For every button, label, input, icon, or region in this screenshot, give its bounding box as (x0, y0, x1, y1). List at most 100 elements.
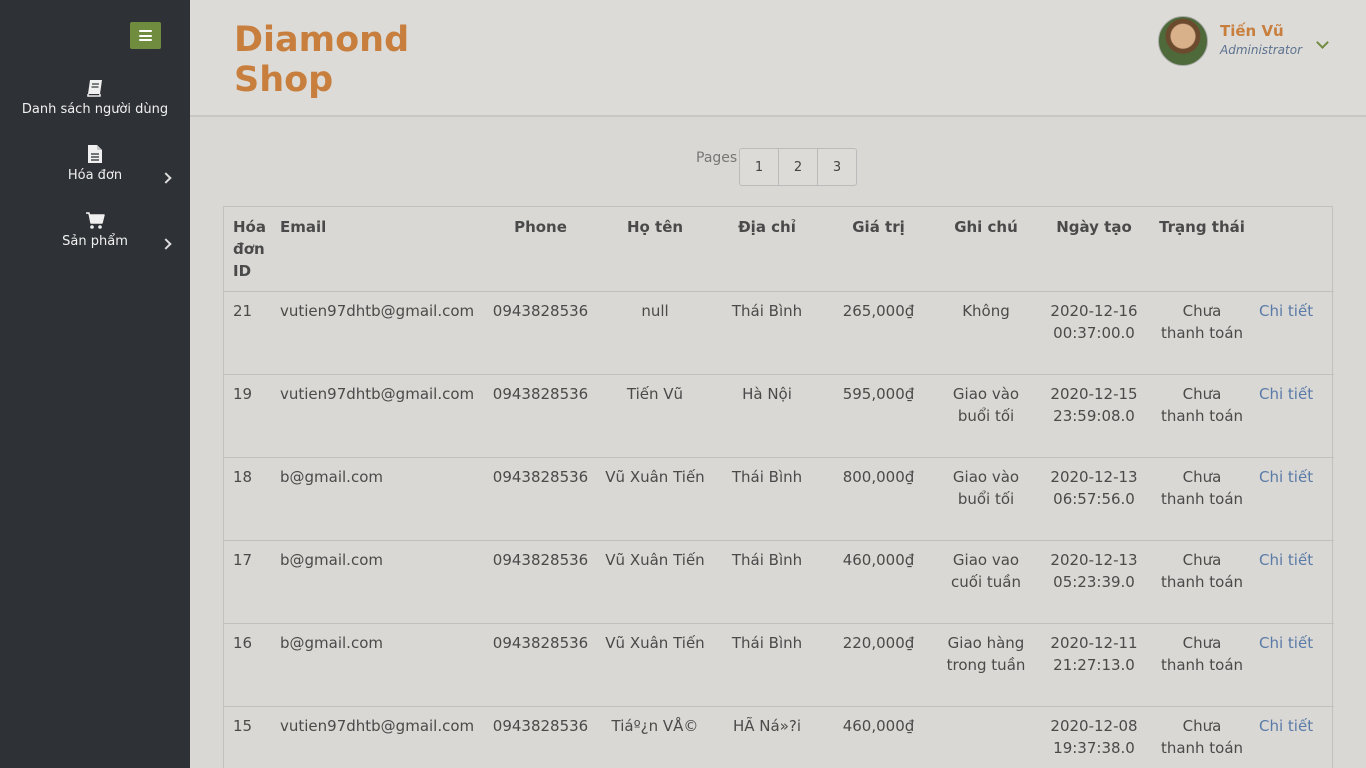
detail-link[interactable]: Chi tiết (1259, 302, 1313, 320)
pages-label: Pages (696, 150, 738, 166)
cell-phone: 0943828536 (482, 623, 595, 707)
brand-line-1: Diamond (234, 20, 410, 60)
cell-email: b@gmail.com (271, 457, 482, 541)
cell-name: Vũ Xuân Tiến (595, 540, 711, 624)
cell-note: Giao vào buổi tối (934, 374, 1034, 458)
cell-id: 19 (224, 374, 271, 458)
invoice-table: Hóa đơn ID Email Phone Họ tên Địa chỉ Gi… (224, 207, 1334, 768)
user-menu[interactable]: Tiến Vũ Administrator (1158, 16, 1358, 66)
detail-link[interactable]: Chi tiết (1259, 634, 1313, 652)
cell-email: b@gmail.com (271, 623, 482, 707)
chevron-right-icon (160, 172, 172, 184)
detail-link[interactable]: Chi tiết (1259, 551, 1313, 569)
cell-phone: 0943828536 (482, 457, 595, 541)
sidebar-item-label: Sản phẩm (62, 234, 128, 249)
cell-phone: 0943828536 (482, 374, 595, 458)
cell-address: Thái Bình (711, 623, 819, 707)
cell-status: Chưa thanh toán (1150, 706, 1250, 768)
brand-line-2: Shop (234, 60, 334, 100)
cell-value: 460,000₫ (819, 540, 934, 624)
table-row: 19 vutien97dhtb@gmail.com 0943828536 Tiế… (224, 374, 1334, 458)
cell-name: Vũ Xuân Tiến (595, 623, 711, 707)
cell-id: 18 (224, 457, 271, 541)
sidebar-item-label: Hóa đơn (67, 168, 123, 183)
cell-phone: 0943828536 (482, 540, 595, 624)
cell-note: Giao vao cuối tuần (934, 540, 1034, 624)
cell-value: 265,000₫ (819, 291, 934, 375)
cell-name: null (595, 291, 711, 375)
cell-address: Hà Nội (711, 374, 819, 458)
cell-phone: 0943828536 (482, 291, 595, 375)
column-header-created: Ngày tạo (1034, 207, 1150, 292)
book-icon (87, 80, 102, 97)
table-row: 17 b@gmail.com 0943828536 Vũ Xuân Tiến T… (224, 540, 1334, 624)
cell-created: 2020-12-13 05:23:39.0 (1034, 540, 1150, 624)
cell-id: 21 (224, 291, 271, 375)
table-row: 18 b@gmail.com 0943828536 Vũ Xuân Tiến T… (224, 457, 1334, 541)
table-header-row: Hóa đơn ID Email Phone Họ tên Địa chỉ Gi… (224, 207, 1334, 292)
column-header-value: Giá trị (819, 207, 934, 292)
user-name: Tiến Vũ (1220, 22, 1284, 40)
cell-value: 595,000₫ (819, 374, 934, 458)
file-icon (88, 145, 102, 163)
cell-note: Giao hàng trong tuần (934, 623, 1034, 707)
cell-created: 2020-12-08 19:37:38.0 (1034, 706, 1150, 768)
cell-status: Chưa thanh toán (1150, 540, 1250, 624)
column-header-action (1250, 207, 1334, 292)
page-button-2[interactable]: 2 (778, 148, 818, 186)
cell-id: 17 (224, 540, 271, 624)
cell-email: vutien97dhtb@gmail.com (271, 706, 482, 768)
cell-value: 800,000₫ (819, 457, 934, 541)
sidebar-item-users[interactable]: Danh sách người dùng (0, 78, 190, 117)
cell-status: Chưa thanh toán (1150, 374, 1250, 458)
cell-address: Thái Bình (711, 540, 819, 624)
page-button-1[interactable]: 1 (739, 148, 779, 186)
column-header-note: Ghi chú (934, 207, 1034, 292)
cell-value: 220,000₫ (819, 623, 934, 707)
brand-logo[interactable]: Diamond Shop (234, 20, 434, 100)
column-header-status: Trạng thái (1150, 207, 1250, 292)
column-header-email: Email (271, 207, 482, 292)
cell-status: Chưa thanh toán (1150, 457, 1250, 541)
cell-note (934, 706, 1034, 768)
cart-icon (86, 212, 105, 229)
column-header-id: Hóa đơn ID (224, 207, 271, 292)
page-button-3[interactable]: 3 (817, 148, 857, 186)
cell-name: Vũ Xuân Tiến (595, 457, 711, 541)
cell-status: Chưa thanh toán (1150, 291, 1250, 375)
column-header-name: Họ tên (595, 207, 711, 292)
cell-phone: 0943828536 (482, 706, 595, 768)
menu-toggle-button[interactable] (130, 22, 161, 49)
cell-note: Giao vào buổi tối (934, 457, 1034, 541)
cell-note: Không (934, 291, 1034, 375)
detail-link[interactable]: Chi tiết (1259, 468, 1313, 486)
invoice-table-container: Hóa đơn ID Email Phone Họ tên Địa chỉ Gi… (223, 206, 1334, 768)
cell-name: Tiến Vũ (595, 374, 711, 458)
cell-created: 2020-12-16 00:37:00.0 (1034, 291, 1150, 375)
cell-email: vutien97dhtb@gmail.com (271, 291, 482, 375)
table-row: 21 vutien97dhtb@gmail.com 0943828536 nul… (224, 291, 1334, 375)
avatar (1158, 16, 1208, 66)
detail-link[interactable]: Chi tiết (1259, 717, 1313, 735)
cell-created: 2020-12-13 06:57:56.0 (1034, 457, 1150, 541)
sidebar-item-invoices[interactable]: Hóa đơn (0, 144, 190, 184)
pagination: 1 2 3 (739, 148, 857, 186)
cell-address: HÃ Ná»?i (711, 706, 819, 768)
cell-value: 460,000₫ (819, 706, 934, 768)
cell-name: Tiáº¿n VÅ© (595, 706, 711, 768)
column-header-phone: Phone (482, 207, 595, 292)
sidebar-item-label: Danh sách người dùng (21, 102, 169, 117)
table-row: 16 b@gmail.com 0943828536 Vũ Xuân Tiến T… (224, 623, 1334, 707)
chevron-down-icon (1316, 36, 1329, 49)
chevron-right-icon (160, 238, 172, 250)
top-header: Diamond Shop Tiến Vũ Administrator (190, 0, 1366, 117)
sidebar-item-products[interactable]: Sản phẩm (0, 210, 190, 250)
cell-id: 15 (224, 706, 271, 768)
cell-status: Chưa thanh toán (1150, 623, 1250, 707)
table-row: 15 vutien97dhtb@gmail.com 0943828536 Tiá… (224, 706, 1334, 768)
hamburger-icon (139, 30, 152, 41)
cell-email: b@gmail.com (271, 540, 482, 624)
cell-created: 2020-12-11 21:27:13.0 (1034, 623, 1150, 707)
detail-link[interactable]: Chi tiết (1259, 385, 1313, 403)
user-role: Administrator (1220, 43, 1303, 57)
